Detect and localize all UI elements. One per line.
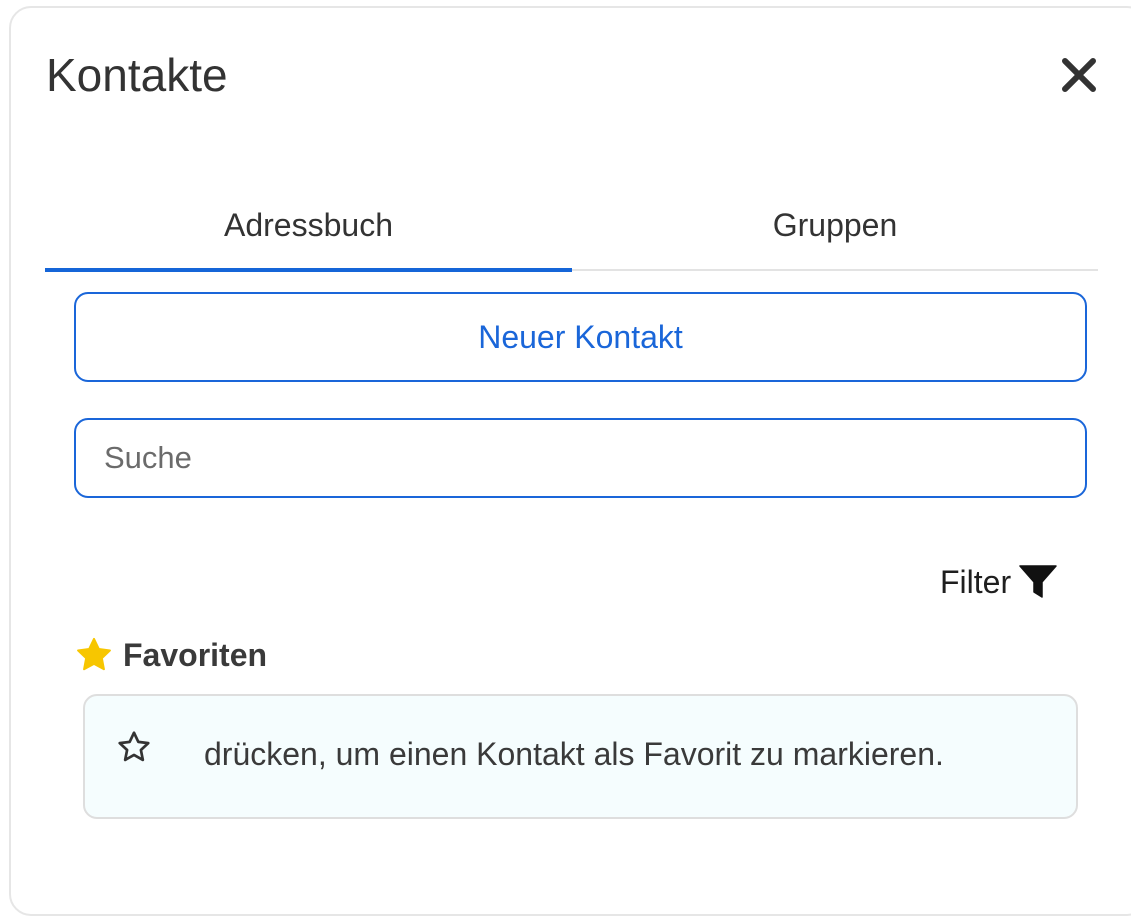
favorites-hint-text: drücken, um einen Kontakt als Favorit zu…: [204, 736, 944, 772]
tab-gruppen[interactable]: Gruppen: [572, 195, 1098, 269]
search-input[interactable]: [74, 418, 1087, 498]
filter-icon: [1019, 565, 1057, 598]
favorites-heading: Favoriten: [75, 636, 267, 674]
filter-button[interactable]: Filter: [940, 560, 1057, 604]
favorites-heading-label: Favoriten: [123, 636, 268, 673]
star-outline-icon: [118, 731, 150, 762]
tab-label: Gruppen: [772, 207, 898, 243]
tab-bar: Adressbuch Gruppen: [45, 195, 1098, 272]
page-title: Kontakte: [46, 49, 228, 101]
favorites-hint: drücken, um einen Kontakt als Favorit zu…: [83, 694, 1078, 819]
close-icon: [1062, 58, 1096, 92]
star-filled-icon: [77, 637, 111, 671]
favorite-toggle[interactable]: [116, 729, 152, 765]
filter-label: Filter: [940, 563, 1012, 600]
tab-label: Adressbuch: [224, 207, 393, 243]
close-button[interactable]: [1060, 56, 1098, 94]
new-contact-button[interactable]: Neuer Kontakt: [74, 292, 1087, 382]
tab-adressbuch[interactable]: Adressbuch: [45, 195, 572, 272]
